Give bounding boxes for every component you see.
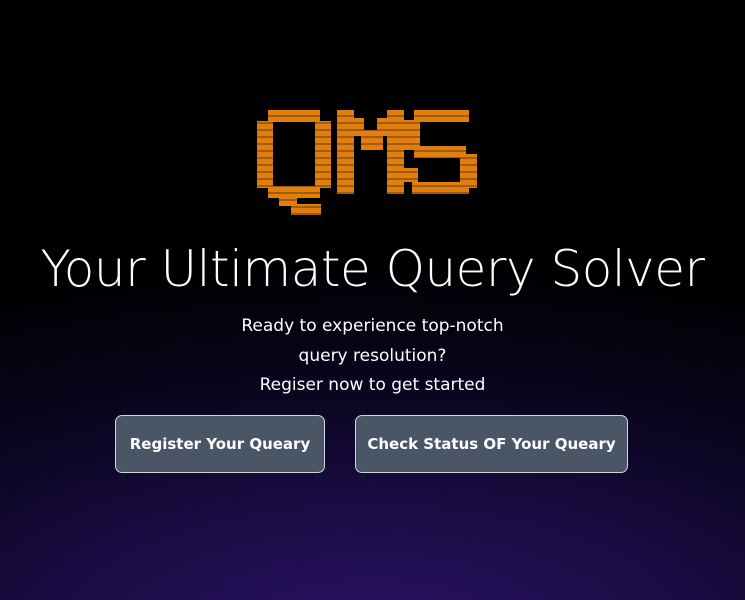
hero-section: Your Ultimate Query Solver Ready to expe… [0,0,745,600]
subtitle-line-3: Regiser now to get started [259,375,486,395]
register-query-button[interactable]: Register Your Queary [115,415,325,473]
check-status-button[interactable]: Check Status OF Your Queary [355,415,628,473]
page-title: Your Ultimate Query Solver [40,240,705,298]
subtitle-line-2: query resolution? [298,345,447,366]
subtitle-line-1: Ready to experience top-notch [241,316,504,336]
qms-logo [257,110,477,215]
subtitle: Ready to experience top-notch query reso… [0,312,745,401]
